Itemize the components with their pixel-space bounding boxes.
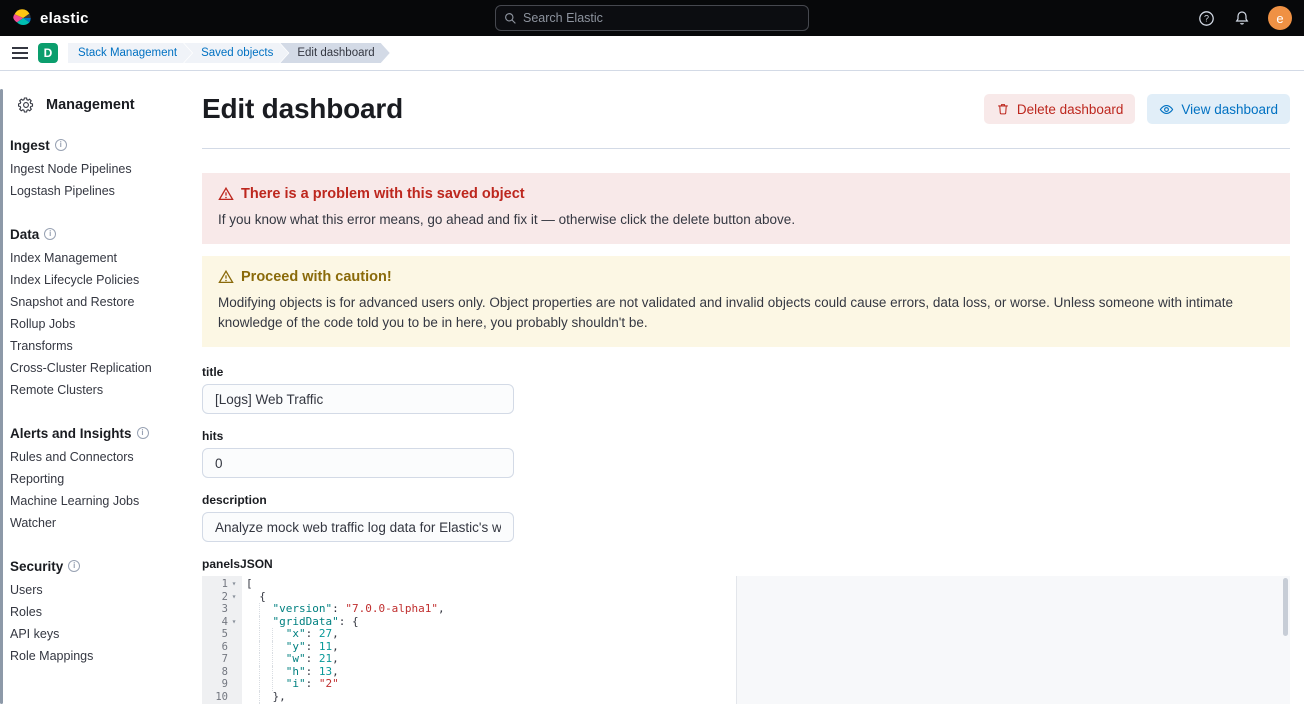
sidebar-item-snapshot-and-restore[interactable]: Snapshot and Restore — [10, 291, 182, 313]
sidebar-item-watcher[interactable]: Watcher — [10, 512, 182, 534]
editor-gutter: 1▾2▾34▾56789101112▾13▾14▾ — [202, 576, 242, 704]
title-field-row: title — [202, 365, 514, 414]
description-field-label: description — [202, 493, 514, 507]
warning-triangle-icon — [218, 186, 234, 202]
editor-scrollbar[interactable] — [1283, 578, 1288, 636]
sidebar-section-ingest: Ingest Ingest Node Pipelines Logstash Pi… — [10, 138, 182, 202]
sidebar-item-rollup-jobs[interactable]: Rollup Jobs — [10, 313, 182, 335]
sidebar-item-index-lifecycle-policies[interactable]: Index Lifecycle Policies — [10, 269, 182, 291]
global-search-input[interactable] — [523, 11, 800, 25]
sidebar-title: Management — [10, 97, 182, 113]
error-callout-body: If you know what this error means, go ah… — [218, 210, 1274, 230]
kibana-app: elastic ? e — [0, 0, 1304, 704]
info-icon — [55, 139, 67, 151]
sidebar-item-rules-and-connectors[interactable]: Rules and Connectors — [10, 446, 182, 468]
sidebar-heading-security: Security — [10, 559, 182, 574]
sidebar-scrollbar[interactable] — [0, 89, 3, 704]
caution-callout: Proceed with caution! Modifying objects … — [202, 256, 1290, 347]
sidebar-item-reporting[interactable]: Reporting — [10, 468, 182, 490]
sidebar-item-transforms[interactable]: Transforms — [10, 335, 182, 357]
hits-field-row: hits — [202, 429, 514, 478]
header-actions: ? e — [1196, 6, 1292, 30]
error-callout: There is a problem with this saved objec… — [202, 173, 1290, 244]
sidebar-item-cross-cluster-replication[interactable]: Cross-Cluster Replication — [10, 357, 182, 379]
breadcrumb-bar: D Stack Management Saved objects Edit da… — [0, 36, 1304, 71]
global-header: elastic ? e — [0, 0, 1304, 36]
sidebar-item-ingest-node-pipelines[interactable]: Ingest Node Pipelines — [10, 158, 182, 180]
notifications-bell-icon[interactable] — [1232, 8, 1252, 28]
sidebar-item-logstash-pipelines[interactable]: Logstash Pipelines — [10, 180, 182, 202]
info-icon — [44, 228, 56, 240]
trash-icon — [996, 102, 1010, 116]
delete-dashboard-button[interactable]: Delete dashboard — [984, 94, 1136, 124]
user-avatar[interactable]: e — [1268, 6, 1292, 30]
breadcrumb-stack-management[interactable]: Stack Management — [68, 43, 192, 63]
breadcrumb-saved-objects[interactable]: Saved objects — [184, 43, 288, 63]
title-input[interactable] — [202, 384, 514, 414]
info-icon — [137, 427, 149, 439]
page-title: Edit dashboard — [202, 93, 403, 125]
error-callout-title: There is a problem with this saved objec… — [241, 186, 525, 202]
description-field-row: description — [202, 493, 514, 542]
eye-icon — [1159, 102, 1174, 117]
panels-json-label: panelsJSON — [202, 557, 1290, 571]
hits-field-label: hits — [202, 429, 514, 443]
sidebar-item-machine-learning-jobs[interactable]: Machine Learning Jobs — [10, 490, 182, 512]
svg-text:?: ? — [1203, 13, 1208, 23]
menu-icon[interactable] — [12, 47, 28, 59]
panels-json-row: panelsJSON 1▾2▾34▾56789101112▾13▾14▾ [{"… — [202, 557, 1290, 704]
caution-callout-body: Modifying objects is for advanced users … — [218, 293, 1274, 333]
sidebar-section-data: Data Index Management Index Lifecycle Po… — [10, 227, 182, 401]
help-icon[interactable]: ? — [1196, 8, 1216, 28]
panels-json-editor[interactable]: 1▾2▾34▾56789101112▾13▾14▾ [{"version": "… — [202, 576, 1290, 704]
caution-callout-title: Proceed with caution! — [241, 269, 392, 285]
brand-wordmark: elastic — [40, 10, 89, 27]
brand[interactable]: elastic — [12, 8, 89, 28]
gear-icon — [18, 97, 34, 113]
breadcrumb-edit-dashboard: Edit dashboard — [280, 43, 389, 63]
hits-input[interactable] — [202, 448, 514, 478]
management-sidebar: Management Ingest Ingest Node Pipelines … — [0, 71, 190, 704]
sidebar-item-users[interactable]: Users — [10, 579, 182, 601]
sidebar-heading-ingest: Ingest — [10, 138, 182, 153]
edit-dashboard-main: Edit dashboard Delete dashboard — [190, 71, 1304, 704]
sidebar-item-roles[interactable]: Roles — [10, 601, 182, 623]
divider — [202, 148, 1290, 149]
elastic-logo-icon — [12, 8, 32, 28]
space-avatar[interactable]: D — [38, 43, 58, 63]
sidebar-heading-alerts-insights: Alerts and Insights — [10, 426, 182, 441]
description-input[interactable] — [202, 512, 514, 542]
editor-codearea[interactable]: [{"version": "7.0.0-alpha1","gridData": … — [242, 576, 1290, 704]
warning-triangle-icon — [218, 269, 234, 285]
sidebar-section-alerts-insights: Alerts and Insights Rules and Connectors… — [10, 426, 182, 534]
sidebar-section-security: Security Users Roles API keys Role Mappi… — [10, 559, 182, 667]
editor-code: [{"version": "7.0.0-alpha1","gridData": … — [246, 578, 1290, 704]
sidebar-heading-data: Data — [10, 227, 182, 242]
title-field-label: title — [202, 365, 514, 379]
sidebar-item-index-management[interactable]: Index Management — [10, 247, 182, 269]
breadcrumb: Stack Management Saved objects Edit dash… — [68, 43, 390, 63]
sidebar-item-api-keys[interactable]: API keys — [10, 623, 182, 645]
info-icon — [68, 560, 80, 572]
sidebar-item-role-mappings[interactable]: Role Mappings — [10, 645, 182, 667]
search-icon — [504, 12, 517, 25]
sidebar-item-remote-clusters[interactable]: Remote Clusters — [10, 379, 182, 401]
view-dashboard-button[interactable]: View dashboard — [1147, 94, 1290, 124]
global-search[interactable] — [495, 5, 809, 31]
